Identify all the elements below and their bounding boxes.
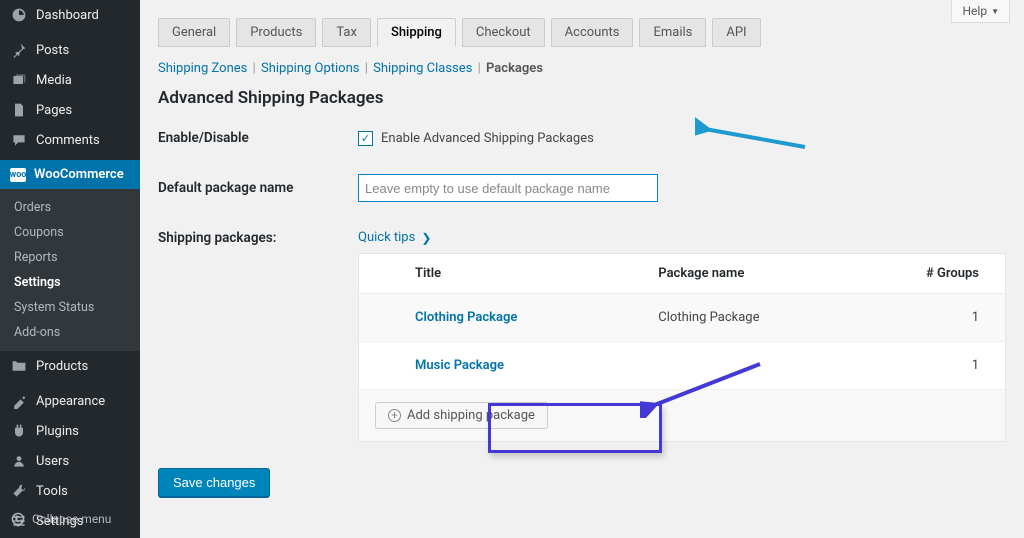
sidebar-item-label: Tools <box>36 484 68 499</box>
enable-label: Enable/Disable <box>158 130 358 146</box>
table-row[interactable]: Clothing Package Clothing Package 1 <box>359 294 1005 342</box>
sidebar-item-dashboard[interactable]: Dashboard <box>0 0 140 30</box>
row-package-name: Clothing Package <box>658 310 901 325</box>
plus-circle-icon: + <box>388 409 401 422</box>
sidebar-item-plugins[interactable]: Plugins <box>0 416 140 446</box>
save-changes-button[interactable]: Save changes <box>158 468 270 497</box>
add-button-label: Add shipping package <box>407 408 535 423</box>
tab-shipping[interactable]: Shipping <box>377 18 456 47</box>
sidebar-item-woocommerce[interactable]: woo WooCommerce <box>0 160 140 189</box>
subnav-zones[interactable]: Shipping Zones <box>158 61 247 76</box>
enable-checkbox-label: Enable Advanced Shipping Packages <box>381 131 594 146</box>
sidebar-item-appearance[interactable]: Appearance <box>0 386 140 416</box>
packages-table: Title Package name # Groups Clothing Pac… <box>358 253 1006 442</box>
dashboard-icon <box>10 7 28 23</box>
sidebar-item-label: Products <box>36 359 88 374</box>
pin-icon <box>10 42 28 58</box>
sidebar-item-posts[interactable]: Posts <box>0 35 140 65</box>
help-label: Help <box>962 4 987 18</box>
comment-icon <box>10 132 28 148</box>
add-shipping-package-button[interactable]: + Add shipping package <box>375 402 548 429</box>
sidebar-item-label: WooCommerce <box>34 167 124 182</box>
quick-tips-label: Quick tips <box>358 230 415 245</box>
subnav-packages[interactable]: Packages <box>486 61 543 76</box>
submenu-item-add-ons[interactable]: Add-ons <box>0 320 140 345</box>
th-package-name: Package name <box>658 266 901 281</box>
sidebar-item-label: Dashboard <box>36 8 99 23</box>
submenu-item-system-status[interactable]: System Status <box>0 295 140 320</box>
submenu-item-settings[interactable]: Settings <box>0 270 140 295</box>
tab-accounts[interactable]: Accounts <box>551 18 634 47</box>
sidebar-item-label: Users <box>36 454 69 469</box>
chevron-down-icon: ▼ <box>991 7 999 16</box>
packages-label: Shipping packages: <box>158 230 358 246</box>
woocommerce-icon: woo <box>10 168 26 182</box>
help-tab[interactable]: Help ▼ <box>951 0 1010 23</box>
tab-api[interactable]: API <box>712 18 760 47</box>
subnav-options[interactable]: Shipping Options <box>261 61 359 76</box>
sidebar-item-products[interactable]: Products <box>0 351 140 381</box>
sidebar-item-users[interactable]: Users <box>0 446 140 476</box>
sidebar-item-label: Appearance <box>36 394 105 409</box>
tools-icon <box>10 483 28 499</box>
sidebar-item-label: Plugins <box>36 424 79 439</box>
submenu-item-coupons[interactable]: Coupons <box>0 220 140 245</box>
th-groups: # Groups <box>902 266 989 281</box>
default-name-label: Default package name <box>158 180 358 196</box>
collapse-icon <box>10 512 26 526</box>
row-title-link[interactable]: Music Package <box>415 358 658 373</box>
page-icon <box>10 102 28 118</box>
tab-general[interactable]: General <box>158 18 230 47</box>
tab-products[interactable]: Products <box>236 18 316 47</box>
sidebar-item-tools[interactable]: Tools <box>0 476 140 506</box>
sidebar-item-media[interactable]: Media <box>0 65 140 95</box>
appearance-icon <box>10 393 28 409</box>
sidebar-item-label: Posts <box>36 43 69 58</box>
page-title: Advanced Shipping Packages <box>158 88 1006 108</box>
quick-tips-link[interactable]: Quick tips ❯ <box>358 230 431 245</box>
submenu-item-reports[interactable]: Reports <box>0 245 140 270</box>
subnav-classes[interactable]: Shipping Classes <box>373 61 472 76</box>
media-icon <box>10 72 28 88</box>
row-title-link[interactable]: Clothing Package <box>415 310 658 325</box>
collapse-label: Collapse menu <box>32 512 111 526</box>
th-title: Title <box>415 266 658 281</box>
products-icon <box>10 358 28 374</box>
submenu-item-orders[interactable]: Orders <box>0 195 140 220</box>
tab-checkout[interactable]: Checkout <box>462 18 545 47</box>
chevron-right-icon: ❯ <box>421 231 431 245</box>
tab-tax[interactable]: Tax <box>322 18 371 47</box>
sidebar-item-pages[interactable]: Pages <box>0 95 140 125</box>
table-row[interactable]: Music Package 1 <box>359 342 1005 390</box>
row-groups: 1 <box>902 310 989 325</box>
enable-checkbox[interactable]: ✓ <box>358 131 373 146</box>
default-name-input[interactable] <box>358 174 658 202</box>
sidebar-item-comments[interactable]: Comments <box>0 125 140 155</box>
collapse-menu[interactable]: Collapse menu <box>0 506 140 532</box>
sidebar-item-label: Comments <box>36 133 100 148</box>
users-icon <box>10 453 28 469</box>
tab-emails[interactable]: Emails <box>639 18 706 47</box>
plugin-icon <box>10 423 28 439</box>
row-groups: 1 <box>902 358 989 373</box>
sidebar-item-label: Media <box>36 73 72 88</box>
sidebar-item-label: Pages <box>36 103 72 118</box>
